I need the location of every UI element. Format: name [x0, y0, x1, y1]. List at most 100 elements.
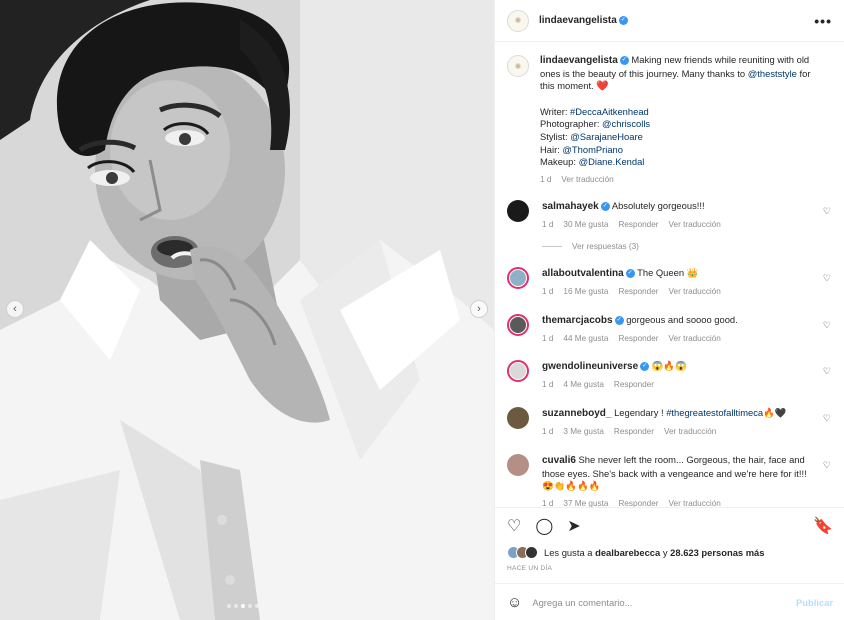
- commenter-avatar[interactable]: [507, 314, 529, 336]
- credit-link[interactable]: @ThomPriano: [562, 144, 623, 155]
- like-heart-icon[interactable]: ♡: [507, 518, 521, 535]
- comment-meta: 1 d 16 Me gusta Responder Ver traducción: [542, 286, 812, 299]
- credit-label: Stylist:: [540, 130, 568, 142]
- reply-button[interactable]: Responder: [614, 379, 654, 392]
- comment-text: 😱🔥😱: [651, 360, 687, 371]
- publish-button[interactable]: Publicar: [796, 597, 833, 608]
- comment-hashtag-link[interactable]: #thegreatestofalltimeca: [666, 407, 763, 418]
- save-bookmark-icon[interactable]: 🔖: [813, 518, 833, 535]
- view-replies-label: Ver respuestas (3): [572, 242, 639, 251]
- comment-text: gorgeous and soooo good.: [626, 314, 738, 325]
- credit-link[interactable]: @SarajaneHoare: [570, 131, 643, 142]
- comment-likes[interactable]: 3 Me gusta: [563, 426, 604, 439]
- credit-link[interactable]: #DeccaAitkenhead: [570, 106, 649, 117]
- commenter-avatar[interactable]: [507, 267, 529, 289]
- comment-item: salmahayek ✓ Absolutely gorgeous!!! 1 d 3…: [507, 200, 833, 231]
- carousel-dot: [255, 604, 259, 608]
- caption-meta: 1 d Ver traducción: [540, 174, 820, 187]
- liker-avatar: [525, 546, 538, 559]
- caption-avatar[interactable]: ✺: [507, 55, 529, 77]
- comment-likes[interactable]: 4 Me gusta: [563, 379, 604, 392]
- comment-time: 1 d: [542, 286, 554, 296]
- likes-prefix: Les gusta a: [544, 547, 593, 558]
- reply-button[interactable]: Responder: [618, 286, 658, 299]
- comment-input[interactable]: [532, 596, 796, 608]
- translate-link[interactable]: Ver traducción: [669, 219, 721, 232]
- comment-like-heart-icon[interactable]: ♡: [823, 413, 831, 424]
- commenter-username[interactable]: allaboutvalentina: [542, 268, 624, 279]
- comment-like-heart-icon[interactable]: ♡: [823, 460, 831, 471]
- comments-list[interactable]: ✺ lindaevangelista ✓ Making new friends w…: [495, 43, 844, 507]
- translate-link[interactable]: Ver traducción: [669, 333, 721, 346]
- comment-time: 1 d: [542, 379, 554, 389]
- likes-count-link[interactable]: 28.623 personas más: [670, 547, 764, 558]
- caption-username[interactable]: lindaevangelista: [540, 55, 618, 66]
- comment-item: themarcjacobs ✓ gorgeous and soooo good. …: [507, 314, 833, 345]
- credit-label: Hair:: [540, 143, 560, 155]
- comment-likes[interactable]: 30 Me gusta: [563, 219, 608, 232]
- comment-time: 1 d: [542, 426, 554, 436]
- post-photo[interactable]: ‹ ›: [0, 0, 494, 620]
- red-heart-emoji: ❤️: [596, 81, 609, 93]
- carousel-dot: [234, 604, 238, 608]
- emoji-picker-icon[interactable]: ☺: [507, 594, 522, 611]
- comment-meta: 1 d 3 Me gusta Responder Ver traducción: [542, 426, 812, 439]
- reply-button[interactable]: Responder: [618, 333, 658, 346]
- portrait-image: [0, 0, 494, 620]
- credit-link[interactable]: @Diane.Kendal: [579, 156, 645, 167]
- comment-like-heart-icon[interactable]: ♡: [823, 366, 831, 377]
- liker-username[interactable]: dealbarebecca: [595, 547, 660, 558]
- carousel-dot: [248, 604, 252, 608]
- comment-likes[interactable]: 37 Me gusta: [563, 498, 608, 507]
- commenter-username[interactable]: themarcjacobs: [542, 315, 613, 326]
- avatar-logo: ✺: [514, 16, 522, 25]
- post-details-panel: ✺ lindaevangelista ✓ ••• ✺ lindaevangeli…: [494, 0, 844, 620]
- comment-like-heart-icon[interactable]: ♡: [823, 206, 831, 217]
- author-username[interactable]: lindaevangelista: [539, 15, 617, 26]
- commenter-username[interactable]: gwendolineuniverse: [542, 361, 638, 372]
- commenter-avatar[interactable]: [507, 407, 529, 429]
- comment-likes[interactable]: 44 Me gusta: [563, 333, 608, 346]
- commenter-username[interactable]: cuvali6: [542, 455, 576, 466]
- view-replies-button[interactable]: Ver respuestas (3): [542, 242, 639, 251]
- comment-like-heart-icon[interactable]: ♡: [823, 320, 831, 331]
- commenter-username[interactable]: suzanneboyd_: [542, 408, 611, 419]
- translate-link[interactable]: Ver traducción: [669, 286, 721, 299]
- reply-button[interactable]: Responder: [614, 426, 654, 439]
- carousel-next-button[interactable]: ›: [470, 300, 488, 318]
- avatar-logo: ✺: [514, 61, 522, 71]
- post-timestamp: HACE UN DÍA: [507, 565, 553, 572]
- comment-bubble-icon[interactable]: ◯: [535, 518, 553, 535]
- carousel-prev-button[interactable]: ‹: [6, 300, 24, 318]
- translate-link[interactable]: Ver traducción: [664, 426, 716, 439]
- commenter-username[interactable]: salmahayek: [542, 201, 599, 212]
- caption-time: 1 d: [540, 174, 552, 184]
- more-options-icon[interactable]: •••: [814, 13, 832, 29]
- verified-badge-icon: ✓: [640, 362, 650, 372]
- comment-text: She never left the room... Gorgeous, the…: [542, 454, 807, 492]
- caption-mention-link[interactable]: @theststyle: [748, 68, 797, 79]
- reply-button[interactable]: Responder: [618, 498, 658, 507]
- author-avatar[interactable]: ✺: [507, 9, 529, 32]
- share-send-icon[interactable]: ➤: [567, 518, 580, 535]
- comment-item: gwendolineuniverse ✓ 😱🔥😱 1 d 4 Me gusta R…: [507, 360, 833, 391]
- comment-text: The Queen 👑: [637, 267, 699, 278]
- likes-summary: Les gusta a dealbarebecca y 28.623 perso…: [507, 546, 765, 559]
- caption-translate-link[interactable]: Ver traducción: [561, 174, 613, 187]
- commenter-avatar[interactable]: [507, 360, 529, 382]
- comment-likes[interactable]: 16 Me gusta: [563, 286, 608, 299]
- chevron-right-icon: ›: [477, 302, 481, 315]
- verified-badge-icon: ✓: [619, 56, 629, 66]
- chevron-left-icon: ‹: [13, 302, 17, 315]
- credit-link[interactable]: @chriscolls: [602, 118, 650, 129]
- comment-text: Absolutely gorgeous!!!: [611, 200, 705, 211]
- translate-link[interactable]: Ver traducción: [669, 498, 721, 507]
- commenter-avatar[interactable]: [507, 454, 529, 476]
- commenter-avatar[interactable]: [507, 200, 529, 222]
- comment-like-heart-icon[interactable]: ♡: [823, 273, 831, 284]
- liker-avatars: [507, 546, 538, 559]
- caption-credits: Writer: #DeccaAitkenhead Photographer: @…: [540, 106, 820, 169]
- reply-button[interactable]: Responder: [618, 219, 658, 232]
- comment-meta: 1 d 4 Me gusta Responder: [542, 379, 812, 392]
- carousel-dots: [227, 604, 259, 608]
